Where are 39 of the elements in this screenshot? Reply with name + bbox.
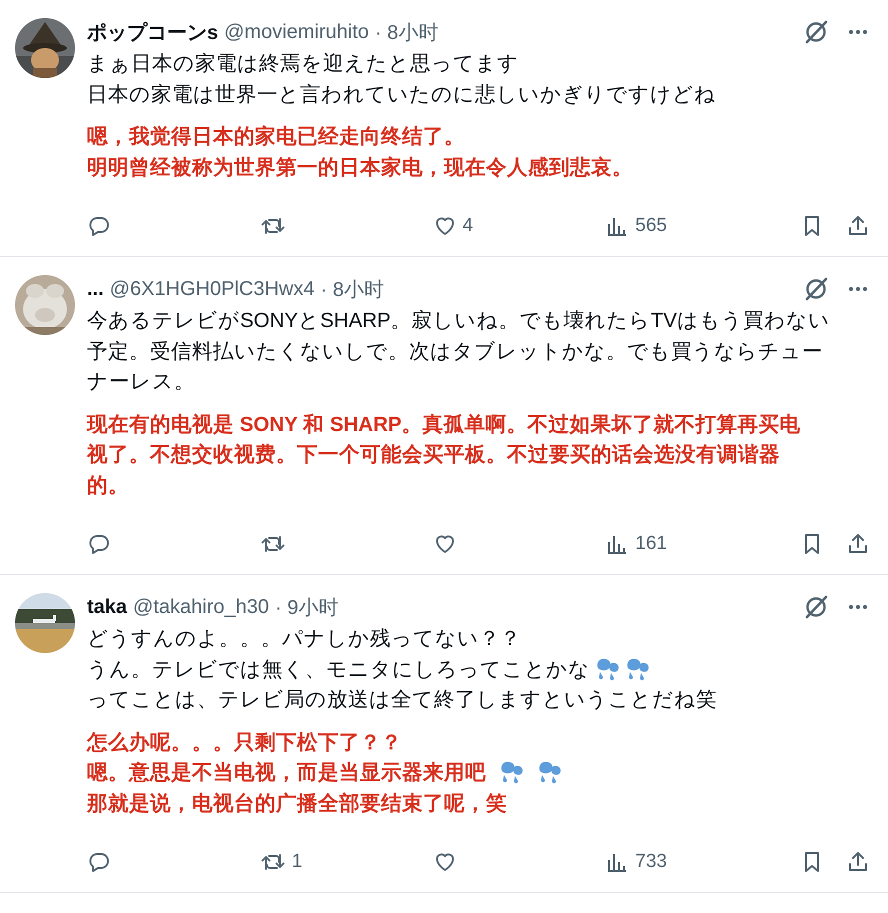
share-icon [846,850,870,874]
share-button[interactable] [846,532,870,556]
post-text-line: 今あるテレビがSONYとSHARP。寂しいね。でも壊れたらTVはもう買わない [87,308,830,334]
user-handle: @moviemiruhito [224,20,369,44]
share-button[interactable] [846,214,870,238]
post-text-line: 予定。受信料払いたくないしで。次はタブレットかな。でも買うならチュー [87,338,823,365]
translation-line: 那就是说，电视台的广播全部要结束了呢，笑 [87,790,507,817]
translation-line: 嗯，我觉得日本的家电已经走向终结了。 [87,124,465,150]
share-icon [846,214,870,238]
user-handle: @takahiro_h30 [133,596,269,618]
views-button[interactable]: 733 [605,850,778,874]
views-button[interactable]: 161 [605,532,778,556]
display-name: ポップコーンs [87,20,218,46]
display-name: taka [87,596,128,618]
speech-bubble-icon [87,850,111,874]
post-text-line: まぁ日本の家電は終焉を迎えたと思ってます [87,51,519,78]
like-button[interactable]: 4 [432,214,606,238]
share-button[interactable] [846,850,870,874]
translation-line: 嗯。意思是不当电视，而是当显示器来用吧 [87,760,486,786]
post-text-line: 日本の家電は世界一と言われていたのに悲しいかぎりですけどね [87,82,716,108]
translation-line: 视了。不想交收视费。下一个可能会买平板。不过要买的话会选没有调谐器 [87,442,780,468]
repost-button[interactable]: 1 [260,850,432,874]
post-text-line: うん。テレビでは無く、モニタにしろってことかな [87,656,590,683]
post-text-line: どうすんのよ。。。パナしか残ってない？？ [87,626,521,652]
share-icon [846,532,870,556]
translation-line: 的。 [87,472,129,499]
translation-line: 现在有的电视是 SONY 和 SHARP。真孤单啊。不过如果坏了就不打算再买电 [87,412,801,438]
post-time: · 8小时 [320,278,384,302]
translation-line: 明明曾经被称为世界第一的日本家电，现在令人感到悲哀。 [87,154,633,181]
post-time: · 9小时 [274,596,338,620]
translation-line: 怎么办呢。。。只剩下松下了？？ [87,730,402,756]
speech-bubble-icon [87,532,111,556]
user-handle: @6X1HGH0PlC3Hwx4 [110,278,314,300]
speech-bubble-icon [87,214,111,238]
display-name: ... [87,278,104,300]
post-text-line: ってことは、テレビ局の放送は全て終了しますということだね笑 [87,687,717,714]
post-time: · 8小时 [374,20,438,46]
views-button[interactable]: 565 [605,214,778,238]
post-text-line: ナーレス。 [87,369,195,396]
